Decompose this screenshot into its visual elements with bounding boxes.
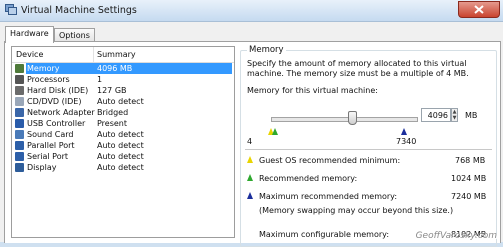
- memory-slider-track[interactable]: [271, 117, 418, 122]
- device-row-usb-controller[interactable]: USB Controller Present: [12, 118, 234, 129]
- device-name: Hard Disk (IDE): [27, 86, 89, 95]
- green-triangle-icon: [247, 174, 253, 181]
- yellow-triangle-icon: [247, 156, 253, 163]
- device-row-cd-dvd-ide[interactable]: CD/DVD (IDE) Auto detect: [12, 96, 234, 107]
- recommended-memory-value: 1024 MB: [451, 174, 487, 183]
- slider-min-label: 4: [247, 137, 253, 146]
- tab-options[interactable]: Options: [54, 28, 95, 42]
- column-header-summary[interactable]: Summary: [97, 50, 136, 59]
- processor-icon: [15, 75, 24, 84]
- usb-controller-icon: [15, 119, 24, 128]
- tab-options-label: Options: [59, 31, 90, 40]
- window-title: Virtual Machine Settings: [21, 5, 137, 16]
- device-summary: Auto detect: [97, 141, 144, 150]
- close-icon: [474, 5, 484, 14]
- device-name: Serial Port: [27, 152, 69, 161]
- parallel-port-icon: [15, 141, 24, 150]
- slider-recommended-green-marker-icon: [272, 128, 278, 135]
- serial-port-icon: [15, 152, 24, 161]
- max-recommended-memory-value: 7240 MB: [451, 192, 487, 201]
- close-button[interactable]: [458, 1, 500, 18]
- title-bar: Virtual Machine Settings: [0, 0, 503, 22]
- device-row-processors[interactable]: Processors 1: [12, 74, 234, 85]
- memory-swapping-note: (Memory swapping may occur beyond this s…: [259, 206, 454, 215]
- device-row-parallel-port[interactable]: Parallel Port Auto detect: [12, 140, 234, 151]
- slider-max-blue-marker-icon: [401, 128, 407, 135]
- device-summary: Auto detect: [97, 97, 144, 106]
- column-header-device[interactable]: Device: [16, 50, 43, 59]
- network-adapter-icon: [15, 108, 24, 117]
- device-list[interactable]: Device Summary Memory 4096 MB Processors 1 H…: [11, 46, 235, 238]
- device-summary: 127 GB: [97, 86, 127, 95]
- max-configurable-memory-label: Maximum configurable memory:: [259, 230, 390, 239]
- device-name: CD/DVD (IDE): [27, 97, 82, 106]
- tab-hardware[interactable]: Hardware: [5, 26, 54, 43]
- device-row-network-adapter[interactable]: Network Adapter Bridged: [12, 107, 234, 118]
- device-name: Network Adapter: [27, 108, 95, 117]
- tab-hardware-label: Hardware: [10, 29, 49, 38]
- blue-triangle-icon: [247, 192, 253, 199]
- memory-slider-label: Memory for this virtual machine:: [247, 86, 378, 95]
- dialog-body: Hardware Options Device Summary Memory 40…: [0, 22, 503, 247]
- spin-down-icon[interactable]: ▼: [452, 115, 457, 121]
- watermark-text: GeoffVarosky.com: [415, 231, 497, 241]
- device-summary: Bridged: [97, 108, 129, 117]
- device-row-sound-card[interactable]: Sound Card Auto detect: [12, 129, 234, 140]
- guest-os-minimum-value: 768 MB: [455, 156, 486, 165]
- max-recommended-memory-label: Maximum recommended memory:: [259, 192, 398, 201]
- device-summary: 1: [97, 75, 103, 84]
- memory-group: Memory Specify the amount of memory allo…: [240, 45, 497, 247]
- hard-disk-icon: [15, 86, 24, 95]
- memory-spinner[interactable]: ▲ ▼: [451, 108, 458, 122]
- device-summary: Auto detect: [97, 130, 144, 139]
- display-icon: [15, 163, 24, 172]
- device-list-header: Device Summary: [12, 47, 234, 63]
- device-summary: 4096 MB: [97, 64, 133, 73]
- hardware-tab-panel: Device Summary Memory 4096 MB Processors 1 H…: [4, 41, 501, 247]
- memory-description-line1: Specify the amount of memory allocated t…: [247, 59, 467, 68]
- divider: [245, 149, 492, 150]
- device-name: USB Controller: [27, 119, 86, 128]
- device-row-display[interactable]: Display Auto detect: [12, 162, 234, 173]
- device-name: Memory: [27, 64, 60, 73]
- device-row-memory[interactable]: Memory 4096 MB: [12, 63, 234, 74]
- vmware-app-icon: [5, 4, 17, 15]
- slider-max-label: 7340: [396, 137, 417, 146]
- cd-dvd-icon: [15, 97, 24, 106]
- sound-card-icon: [15, 130, 24, 139]
- memory-description-line2: machine. The memory size must be a multi…: [247, 69, 469, 78]
- device-name: Processors: [27, 75, 70, 84]
- memory-icon: [15, 64, 24, 73]
- device-summary: Present: [97, 119, 128, 128]
- device-name: Display: [27, 163, 57, 172]
- memory-group-legend: Memory: [247, 45, 286, 55]
- device-summary: Auto detect: [97, 163, 144, 172]
- device-row-hard-disk-ide[interactable]: Hard Disk (IDE) 127 GB: [12, 85, 234, 96]
- guest-os-minimum-label: Guest OS recommended minimum:: [259, 156, 401, 165]
- memory-value-input[interactable]: 4096: [421, 108, 451, 122]
- device-row-serial-port[interactable]: Serial Port Auto detect: [12, 151, 234, 162]
- memory-unit-label: MB: [465, 111, 478, 120]
- device-name: Parallel Port: [27, 141, 75, 150]
- device-name: Sound Card: [27, 130, 74, 139]
- memory-slider-thumb[interactable]: [348, 111, 357, 125]
- recommended-memory-label: Recommended memory:: [259, 174, 358, 183]
- column-divider[interactable]: [93, 47, 94, 62]
- device-summary: Auto detect: [97, 152, 144, 161]
